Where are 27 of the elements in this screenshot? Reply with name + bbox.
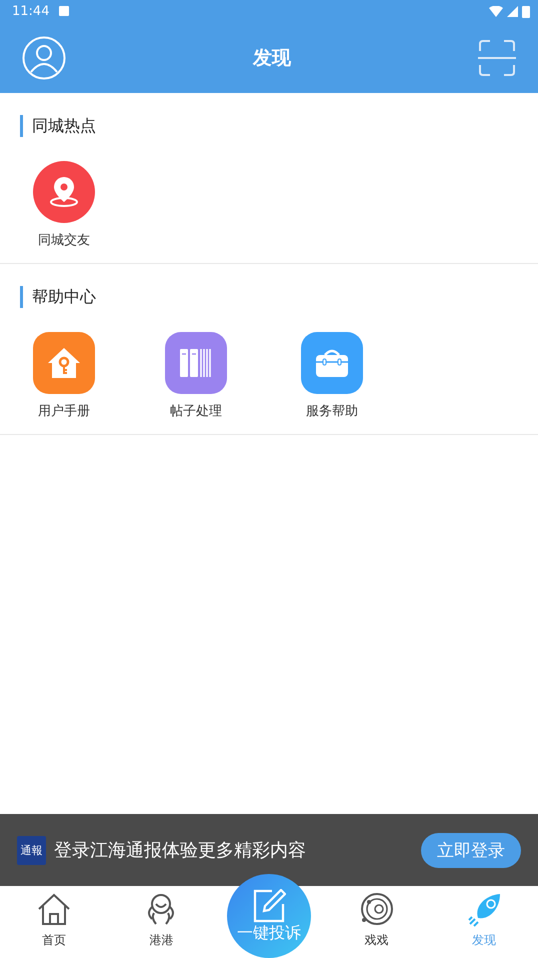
section-title: 同城热点 [20,115,538,137]
item-label[interactable]: 帖子处理 [170,402,222,420]
item-label[interactable]: 同城交友 [38,231,90,249]
edit-icon [252,888,286,922]
books-tile-icon[interactable] [165,332,227,394]
status-time: 11:44 [12,4,50,18]
signal-icon [507,6,518,16]
orbit-icon [358,892,395,928]
nav-tab[interactable]: 戏戏 [322,886,430,958]
section-title: 帮助中心 [20,286,538,308]
item-label[interactable]: 用户手册 [38,402,90,420]
app-logo: 通報 [17,836,46,864]
item-label[interactable]: 服务帮助 [306,402,358,420]
notification-icon [59,6,70,16]
avatar-icon[interactable] [22,36,66,80]
nav-tab[interactable]: 首页 [0,886,108,958]
scan-icon[interactable] [478,38,516,76]
nav-tab[interactable]: 港港 [108,886,216,958]
wifi-icon [489,6,503,16]
battery-icon [522,4,530,18]
pin-tile-icon[interactable] [33,161,95,223]
home-icon [36,892,72,928]
page-title: 发现 [253,46,291,70]
rocket-icon [466,892,502,928]
house-tile-icon[interactable] [33,332,95,394]
login-prompt: 登录江海通报体验更多精彩内容 [54,839,306,862]
bag-tile-icon[interactable] [301,332,363,394]
